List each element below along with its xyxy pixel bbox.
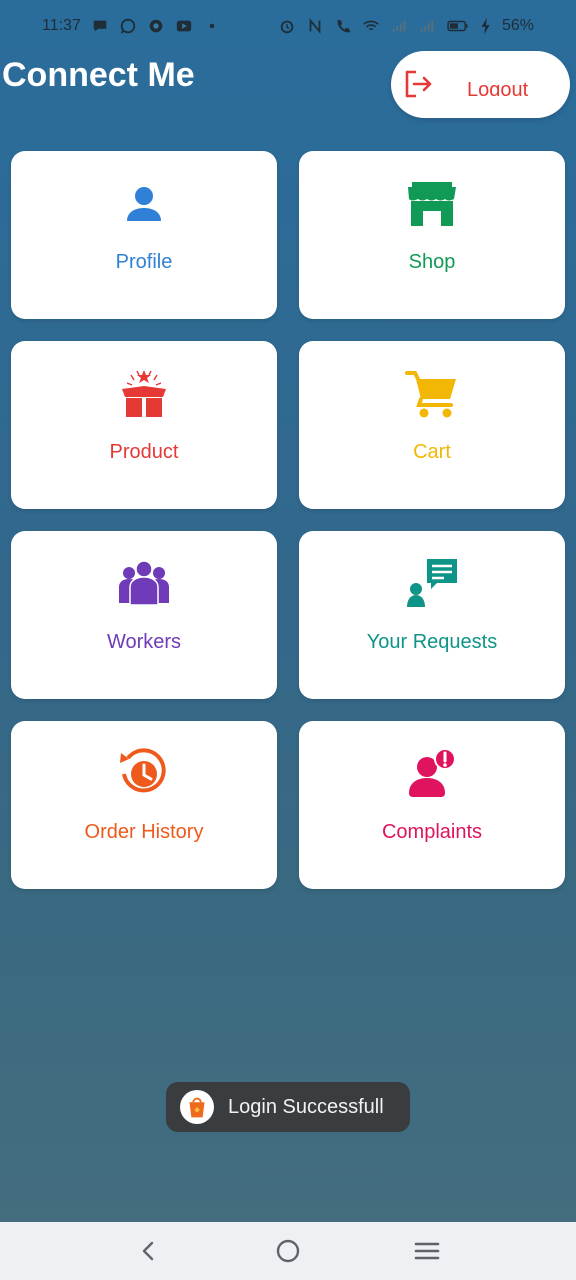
profile-tile[interactable]: Profile (11, 151, 277, 319)
person-alert-icon (405, 747, 459, 801)
dot-icon (203, 17, 221, 35)
status-bar: 11:37 56% (0, 0, 576, 52)
cart-label: Cart (413, 441, 451, 463)
shop-label: Shop (408, 251, 456, 273)
toast-message: Login Successfull (228, 1095, 384, 1118)
person-icon (117, 177, 171, 231)
group-icon (117, 557, 171, 611)
nfc-icon (306, 17, 324, 35)
back-icon[interactable] (129, 1231, 169, 1271)
product-label: Product (109, 441, 179, 463)
status-left: 11:37 (42, 17, 221, 35)
signal-icon (390, 17, 408, 35)
signal-icon (418, 17, 436, 35)
recents-icon[interactable] (407, 1231, 447, 1271)
shop-tile[interactable]: Shop (299, 151, 565, 319)
battery-icon (446, 17, 470, 35)
shield-app-icon (147, 17, 165, 35)
cart-tile[interactable]: Cart (299, 341, 565, 509)
your-requests-label: Your Requests (366, 631, 498, 653)
menu-grid: Profile Shop Product Cart Workers Your R… (11, 151, 565, 889)
profile-label: Profile (115, 251, 173, 273)
logout-label: Logout (467, 79, 529, 101)
workers-label: Workers (106, 631, 182, 653)
youtube-icon (175, 17, 193, 35)
battery-percent: 56% (501, 17, 534, 34)
whatsapp-icon (119, 17, 137, 35)
home-icon[interactable] (268, 1231, 308, 1271)
status-time: 11:37 (42, 17, 81, 34)
chat-request-icon (405, 557, 459, 611)
wifi-icon (362, 17, 380, 35)
product-tile[interactable]: Product (11, 341, 277, 509)
toast: Login Successfull (166, 1082, 410, 1132)
logout-icon (403, 69, 433, 99)
your-requests-tile[interactable]: Your Requests (299, 531, 565, 699)
chat-bubble-icon (91, 17, 109, 35)
gift-box-icon (117, 367, 171, 421)
order-history-tile[interactable]: Order History (11, 721, 277, 889)
system-nav-bar (0, 1222, 576, 1280)
complaints-tile[interactable]: Complaints (299, 721, 565, 889)
app-title: Connect Me (2, 56, 195, 94)
complaints-label: Complaints (381, 821, 483, 843)
charging-icon (480, 17, 492, 35)
history-clock-icon (117, 747, 171, 801)
storefront-icon (405, 177, 459, 231)
shopping-bag-logo-icon (180, 1090, 214, 1124)
workers-tile[interactable]: Workers (11, 531, 277, 699)
status-right: 56% (278, 17, 534, 35)
volte-call-icon (334, 17, 352, 35)
alarm-icon (278, 17, 296, 35)
logout-button[interactable]: Logout (391, 51, 570, 118)
order-history-label: Order History (84, 821, 204, 843)
shopping-cart-icon (405, 367, 459, 421)
